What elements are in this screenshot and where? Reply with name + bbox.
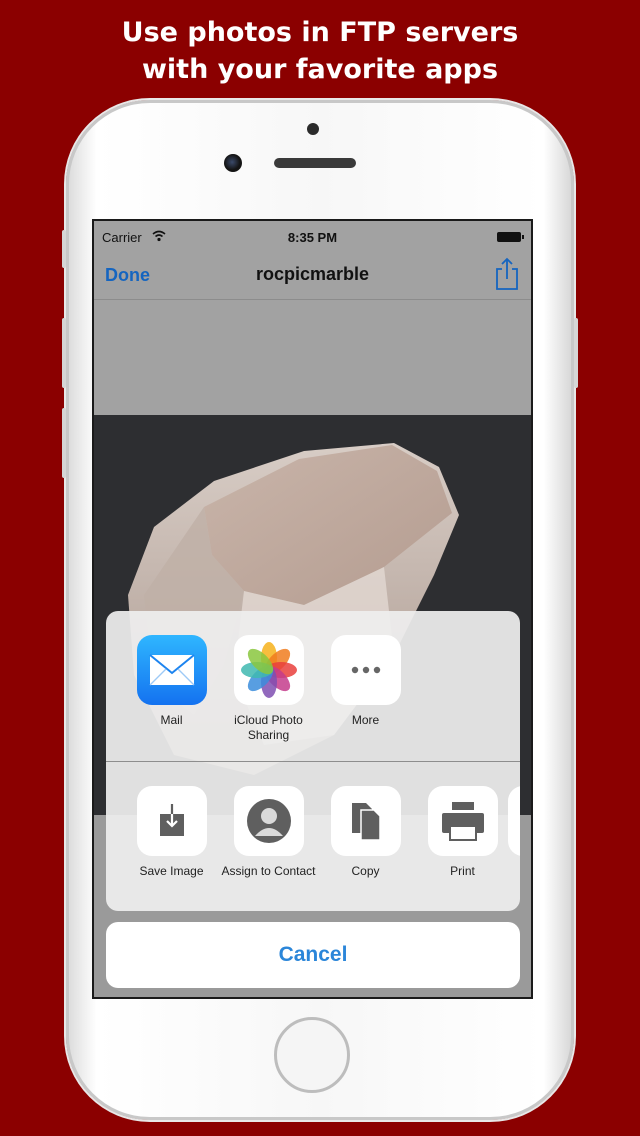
proximity-sensor bbox=[307, 123, 319, 135]
copy-icon bbox=[330, 786, 401, 856]
action-assign-to-contact[interactable]: Assign to Contact bbox=[220, 786, 317, 879]
share-app-label: Mail bbox=[160, 713, 183, 727]
promo-headline-line2: with your favorite apps bbox=[141, 54, 499, 85]
cancel-button[interactable]: Cancel bbox=[106, 922, 520, 988]
share-app-mail[interactable]: Mail bbox=[123, 635, 220, 728]
power-button bbox=[574, 318, 578, 388]
front-camera bbox=[224, 154, 242, 172]
navigation-bar: Done rocpicmarble bbox=[94, 253, 531, 300]
status-bar: Carrier 8:35 PM bbox=[94, 221, 531, 253]
more-icon bbox=[330, 635, 401, 705]
action-next-partial[interactable] bbox=[508, 786, 520, 856]
action-print[interactable]: Print bbox=[414, 786, 511, 879]
mail-icon bbox=[136, 635, 207, 705]
share-app-label: iCloud Photo Sharing bbox=[234, 713, 303, 742]
promo-headline: Use photos in FTP servers with your favo… bbox=[0, 14, 640, 88]
status-time: 8:35 PM bbox=[287, 230, 338, 245]
share-app-label: More bbox=[351, 713, 380, 727]
home-button[interactable] bbox=[274, 1017, 350, 1093]
print-icon bbox=[427, 786, 498, 856]
photos-icon bbox=[233, 635, 304, 705]
photo-viewer-top: Carrier 8:35 PM Done rocpicmarble bbox=[94, 221, 531, 415]
share-apps-row: Mail iCloud Photo Sharing More bbox=[106, 611, 520, 762]
share-app-more[interactable]: More bbox=[317, 635, 414, 728]
share-actions-row: Save Image Assign to Contact Copy Print bbox=[106, 762, 520, 911]
promo-headline-line1: Use photos in FTP servers bbox=[121, 17, 519, 48]
share-app-icloud-photo-sharing[interactable]: iCloud Photo Sharing bbox=[220, 635, 317, 743]
action-label: Assign to Contact bbox=[221, 864, 316, 878]
action-save-image[interactable]: Save Image bbox=[123, 786, 220, 879]
action-label: Print bbox=[450, 864, 475, 878]
action-label: Save Image bbox=[139, 864, 204, 878]
action-copy[interactable]: Copy bbox=[317, 786, 414, 879]
next-action-icon bbox=[508, 786, 520, 856]
cancel-label: Cancel bbox=[278, 943, 348, 966]
battery-icon bbox=[497, 232, 524, 242]
phone-screen: Carrier 8:35 PM Done rocpicmarble Mail i… bbox=[92, 219, 533, 999]
share-sheet: Mail iCloud Photo Sharing More Save Imag… bbox=[106, 611, 520, 911]
earpiece-speaker bbox=[274, 158, 356, 168]
nav-title: rocpicmarble bbox=[255, 264, 370, 284]
volume-up-button bbox=[62, 318, 66, 388]
action-label: Copy bbox=[351, 864, 380, 878]
volume-down-button bbox=[62, 408, 66, 478]
save-image-icon bbox=[136, 786, 207, 856]
contact-icon bbox=[233, 786, 304, 856]
share-icon[interactable] bbox=[493, 257, 521, 291]
mute-switch bbox=[62, 230, 66, 268]
